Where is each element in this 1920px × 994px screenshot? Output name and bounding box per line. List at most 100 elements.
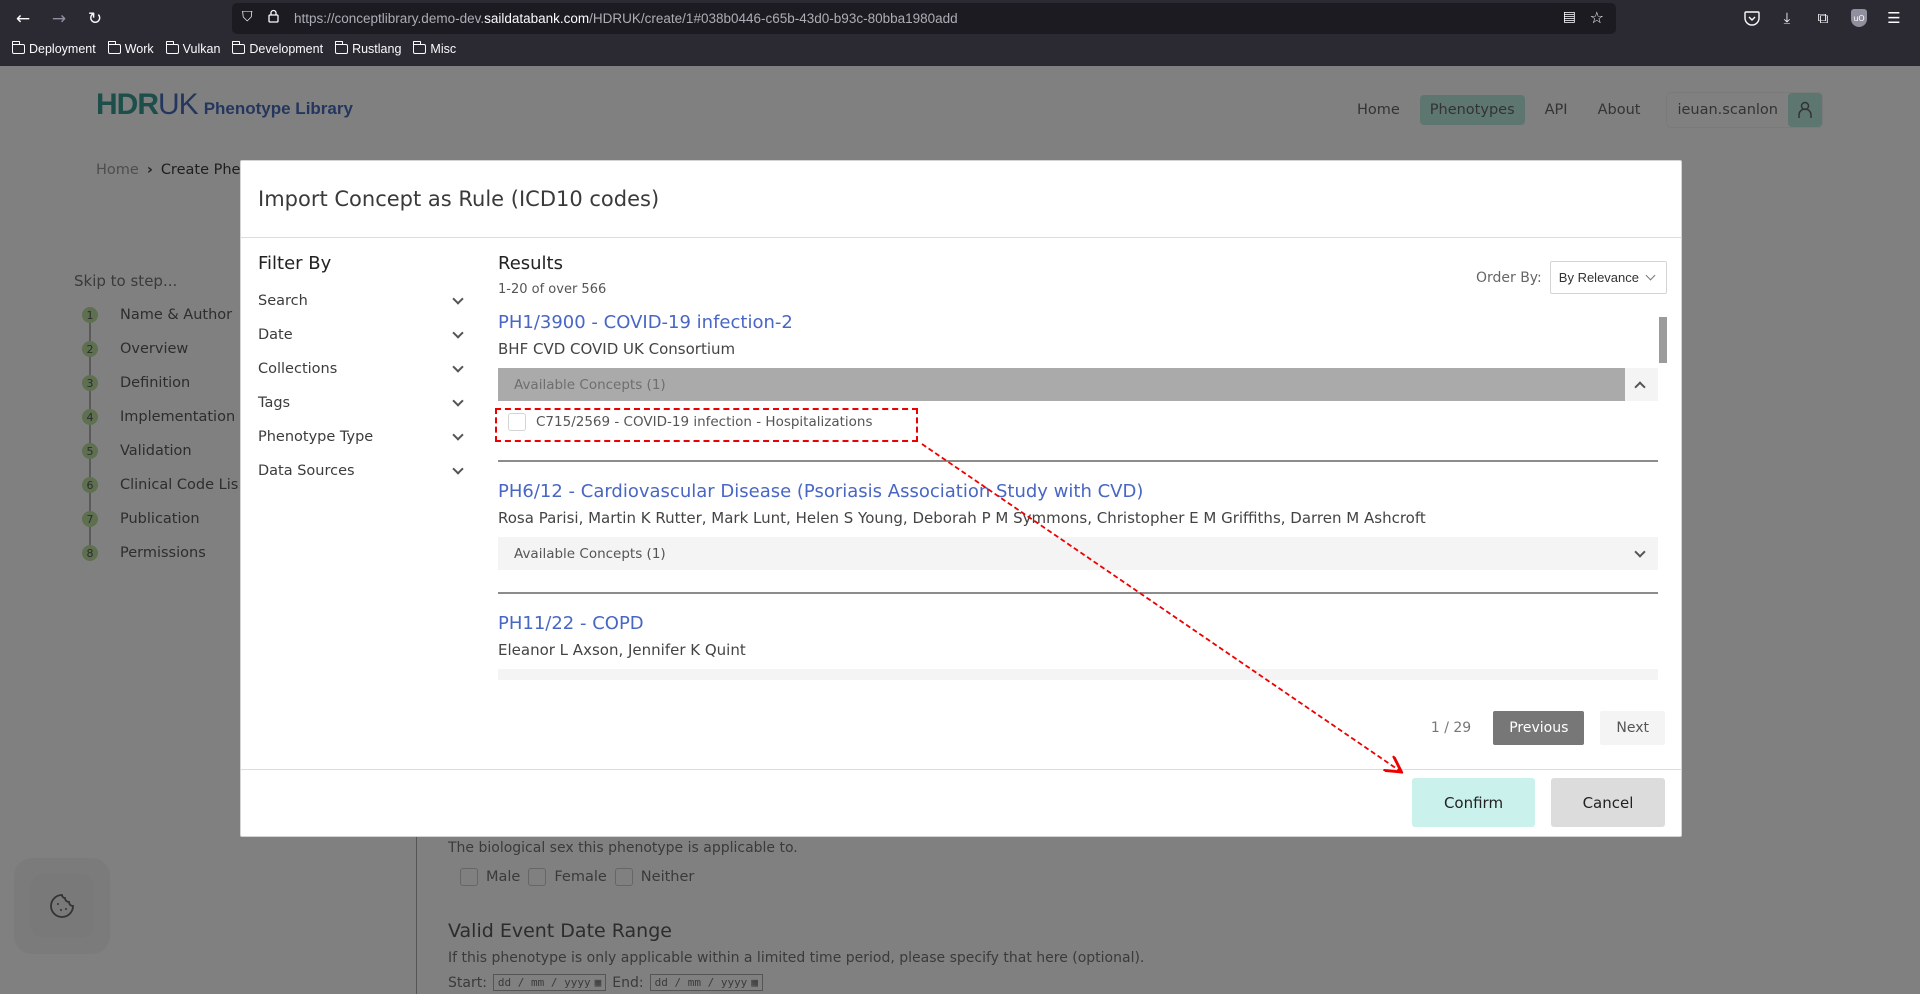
available-concepts-label: Available Concepts (2) xyxy=(514,678,666,681)
reader-view-icon[interactable]: ▤ xyxy=(1563,9,1576,25)
chevron-down-icon xyxy=(452,293,464,305)
confirm-button[interactable]: Confirm xyxy=(1412,778,1535,827)
sex-hint: The biological sex this phenotype is app… xyxy=(448,840,798,856)
chevron-down-icon xyxy=(452,429,464,441)
step-number: 6 xyxy=(82,477,98,493)
filter-label: Data Sources xyxy=(258,463,355,479)
bookmark-folder[interactable]: Development xyxy=(232,41,324,56)
step-number: 4 xyxy=(82,409,98,425)
next-button[interactable]: Next xyxy=(1600,711,1665,745)
start-date-placeholder: dd / mm / yyyy xyxy=(497,976,591,989)
logo-uk: UK xyxy=(158,88,199,121)
bookmark-folder[interactable]: Rustlang xyxy=(335,41,401,56)
step-item[interactable]: 7 Publication xyxy=(74,502,238,536)
order-by: Order By: By Relevance xyxy=(1476,261,1667,294)
step-item[interactable]: 3 Definition xyxy=(74,366,238,400)
order-by-select[interactable]: By Relevance xyxy=(1549,261,1667,294)
lock-icon[interactable] xyxy=(268,9,279,27)
step-item[interactable]: 8 Permissions xyxy=(74,536,238,570)
available-concepts-toggle[interactable]: Available Concepts (1) xyxy=(498,368,1658,401)
ublock-icon[interactable]: uO xyxy=(1847,7,1871,29)
step-label: Publication xyxy=(120,511,200,527)
import-concept-modal: Import Concept as Rule (ICD10 codes) Fil… xyxy=(240,160,1682,837)
chevron-down-icon xyxy=(452,327,464,339)
end-date-input[interactable]: dd / mm / yyyy ▦ xyxy=(649,974,763,991)
filter-collections[interactable]: Collections xyxy=(258,352,466,386)
chevron-down-icon xyxy=(1633,677,1646,680)
sex-neither-checkbox[interactable] xyxy=(614,868,633,886)
back-arrow-icon: ← xyxy=(15,9,31,29)
expand-button[interactable] xyxy=(1625,669,1658,680)
reload-icon: ↻ xyxy=(87,9,103,29)
filter-data-sources[interactable]: Data Sources xyxy=(258,454,466,488)
breadcrumb-home[interactable]: Home xyxy=(96,162,139,178)
breadcrumb: Home › Create Phe xyxy=(96,162,240,178)
download-icon[interactable]: ⤓ xyxy=(1775,7,1799,29)
available-concepts-label: Available Concepts (1) xyxy=(514,545,666,562)
end-label: End: xyxy=(612,974,644,991)
calendar-icon[interactable]: ▦ xyxy=(595,976,602,989)
step-label: Overview xyxy=(120,341,189,357)
end-date-placeholder: dd / mm / yyyy xyxy=(654,976,748,989)
cookie-settings-button[interactable] xyxy=(14,858,110,954)
sex-male-checkbox[interactable] xyxy=(460,868,478,886)
result-title[interactable]: PH1/3900 - COVID-19 infection-2 xyxy=(498,311,1658,335)
bookmark-label: Vulkan xyxy=(182,42,221,56)
step-item[interactable]: 5 Validation xyxy=(74,434,238,468)
results-scrollbar[interactable] xyxy=(1659,317,1667,363)
sex-female-checkbox[interactable] xyxy=(528,868,547,886)
user-menu[interactable]: ieuan.scanlon xyxy=(1666,92,1823,128)
results-list[interactable]: PH1/3900 - COVID-19 infection-2 BHF CVD … xyxy=(498,311,1658,680)
bookmarks-bar: Deployment Work Vulkan Development Rustl… xyxy=(12,41,456,56)
filter-date[interactable]: Date xyxy=(258,318,466,352)
available-concepts-toggle[interactable]: Available Concepts (1) xyxy=(498,537,1658,570)
bookmark-folder[interactable]: Deployment xyxy=(12,41,96,56)
filter-tags[interactable]: Tags xyxy=(258,386,466,420)
nav-home[interactable]: Home xyxy=(1347,95,1410,125)
nav-phenotypes[interactable]: Phenotypes xyxy=(1419,95,1525,125)
bookmark-label: Deployment xyxy=(29,42,96,56)
filter-search[interactable]: Search xyxy=(258,284,466,318)
reload-button[interactable]: ↻ xyxy=(80,8,110,30)
address-bar[interactable]: ⛉ https://conceptlibrary.demo-dev.sailda… xyxy=(232,3,1616,34)
step-navigator: Skip to step... 1 Name & Author 2 Overview… xyxy=(74,272,238,570)
back-button[interactable]: ← xyxy=(8,8,38,30)
chevron-down-icon xyxy=(1645,270,1656,281)
step-item[interactable]: 4 Implementation xyxy=(74,400,238,434)
modal-header: Import Concept as Rule (ICD10 codes) xyxy=(241,161,1681,238)
bookmark-folder[interactable]: Work xyxy=(107,41,154,56)
step-item[interactable]: 6 Clinical Code Lis xyxy=(74,468,238,502)
calendar-icon[interactable]: ▦ xyxy=(751,976,758,989)
pocket-icon[interactable] xyxy=(1740,7,1764,29)
extensions-icon[interactable]: ⧉ xyxy=(1811,7,1835,29)
previous-button[interactable]: Previous xyxy=(1493,711,1585,745)
step-item[interactable]: 2 Overview xyxy=(74,332,238,366)
page-info: 1 / 29 xyxy=(1430,720,1472,736)
menu-icon[interactable]: ☰ xyxy=(1882,7,1906,29)
result-title[interactable]: PH6/12 - Cardiovascular Disease (Psorias… xyxy=(498,480,1658,504)
nav-about[interactable]: About xyxy=(1588,95,1651,125)
ublock-badge: uO xyxy=(1851,9,1867,27)
forward-button[interactable]: → xyxy=(44,8,74,30)
start-date-input[interactable]: dd / mm / yyyy ▦ xyxy=(492,974,607,991)
collapse-button[interactable] xyxy=(1625,368,1658,401)
bookmark-folder[interactable]: Misc xyxy=(413,41,456,56)
forward-arrow-icon: → xyxy=(51,9,67,29)
tracking-protection-icon[interactable]: ⛉ xyxy=(242,9,253,25)
expand-button[interactable] xyxy=(1625,537,1658,570)
bookmark-label: Work xyxy=(124,42,154,56)
cancel-button[interactable]: Cancel xyxy=(1551,778,1665,827)
result-authors: Rosa Parisi, Martin K Rutter, Mark Lunt,… xyxy=(498,509,1426,527)
bookmark-folder[interactable]: Vulkan xyxy=(165,41,221,56)
nav-api[interactable]: API xyxy=(1535,95,1578,125)
result-title[interactable]: PH11/22 - COPD xyxy=(498,612,1658,636)
url-text[interactable]: https://conceptlibrary.demo-dev.saildata… xyxy=(294,11,958,26)
bookmark-label: Development xyxy=(249,42,324,56)
site-logo[interactable]: HDR UK Phenotype Library xyxy=(96,88,353,122)
step-label: Implementation xyxy=(120,409,236,425)
bookmark-star-icon[interactable]: ☆ xyxy=(1590,8,1604,27)
available-concepts-toggle[interactable]: Available Concepts (2) xyxy=(498,669,1658,680)
filter-phenotype-type[interactable]: Phenotype Type xyxy=(258,420,466,454)
step-item[interactable]: 1 Name & Author xyxy=(74,298,238,332)
modal-title: Import Concept as Rule (ICD10 codes) xyxy=(258,187,660,211)
